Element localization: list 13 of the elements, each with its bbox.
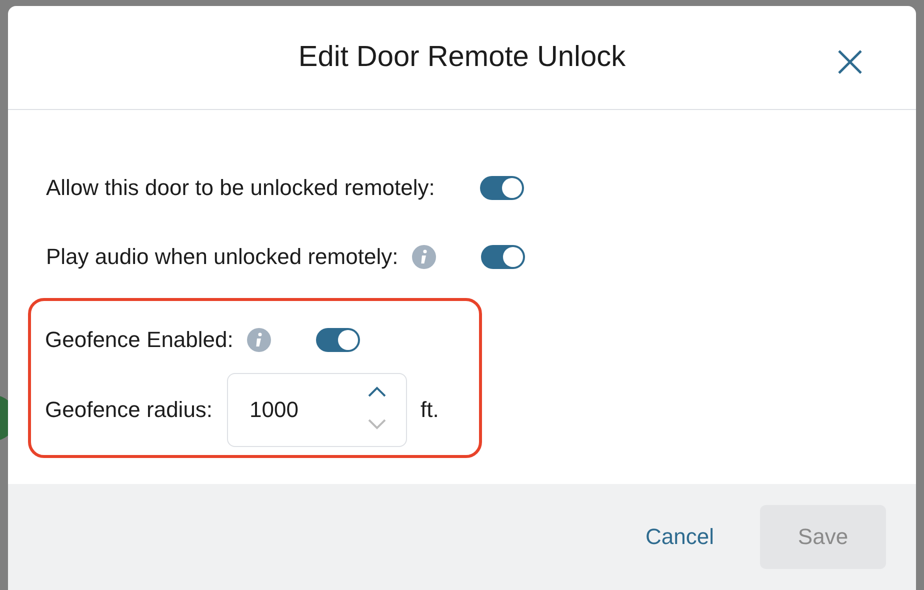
setting-label: Geofence radius: (45, 396, 213, 423)
toggle-switch[interactable] (480, 176, 524, 200)
dialog-title: Edit Door Remote Unlock (298, 40, 626, 74)
toggle-switch[interactable] (316, 328, 360, 352)
close-icon[interactable] (836, 48, 864, 76)
cancel-link[interactable]: Cancel (640, 522, 720, 551)
toggle-switch[interactable] (481, 245, 526, 270)
setting-label: Play audio when unlocked remotely: (46, 244, 398, 270)
chevron-up-icon[interactable] (366, 386, 387, 398)
unit-label: ft. (420, 396, 439, 423)
number-field[interactable]: 1000 (226, 372, 407, 447)
setting-label: Allow this door to be unlocked remotely: (46, 175, 435, 202)
setting-label: Geofence Enabled: (45, 326, 234, 353)
